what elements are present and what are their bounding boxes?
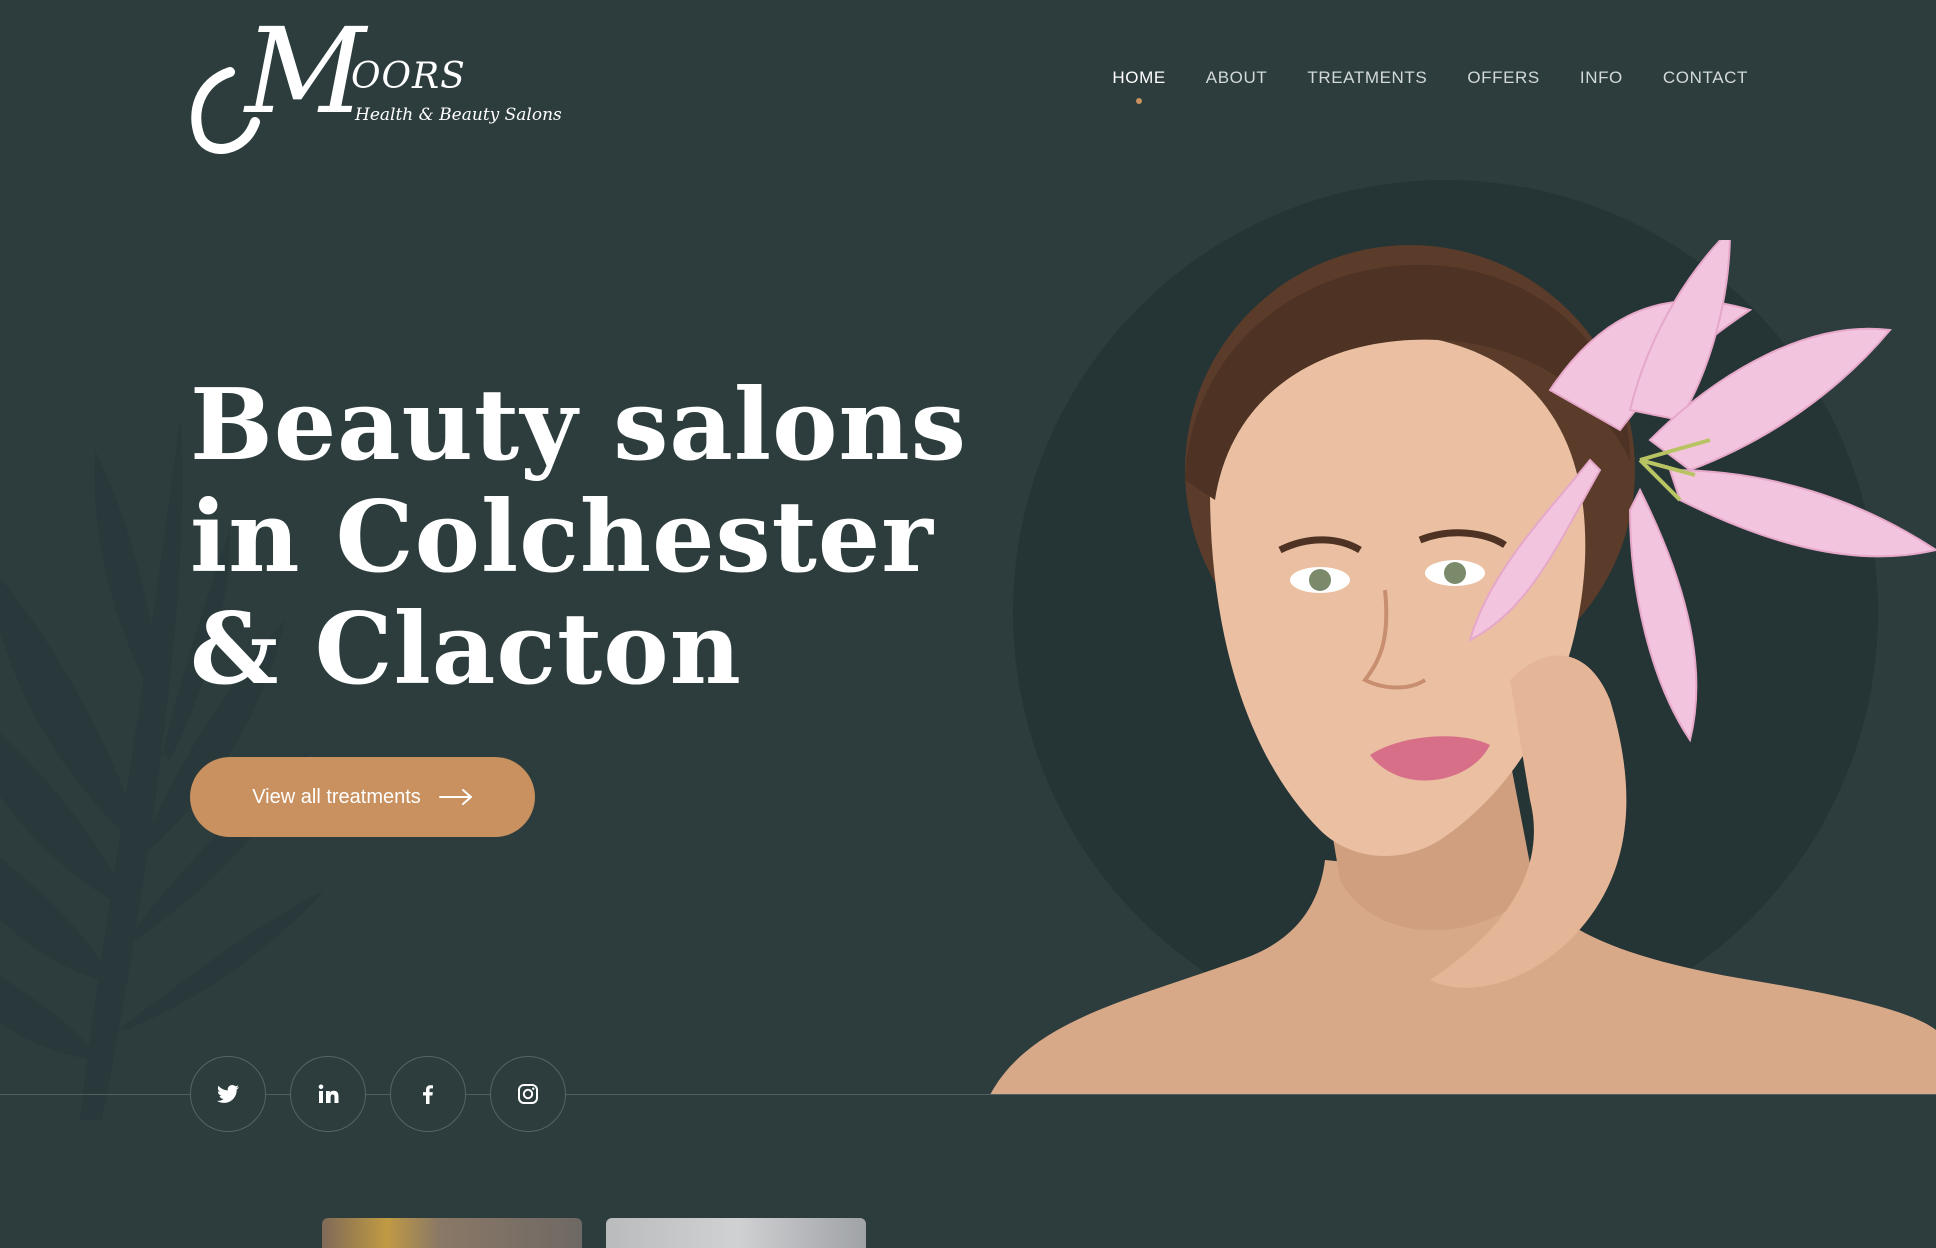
main-nav: HOME ABOUT TREATMENTS OFFERS INFO CONTAC… bbox=[1112, 68, 1748, 104]
view-all-treatments-button[interactable]: View all treatments bbox=[190, 757, 535, 837]
arrow-right-icon bbox=[438, 789, 472, 805]
active-indicator-dot bbox=[1136, 98, 1143, 104]
facebook-link[interactable] bbox=[390, 1056, 466, 1132]
instagram-link[interactable] bbox=[490, 1056, 566, 1132]
nav-item-label: HOME bbox=[1112, 68, 1166, 87]
nav-item-contact[interactable]: CONTACT bbox=[1663, 68, 1748, 88]
twitter-icon bbox=[217, 1085, 239, 1103]
nav-item-label: CONTACT bbox=[1662, 68, 1748, 87]
instagram-icon bbox=[518, 1084, 538, 1104]
logo-initial: M bbox=[245, 2, 366, 140]
linkedin-link[interactable] bbox=[290, 1056, 366, 1132]
nav-item-label: OFFERS bbox=[1467, 68, 1540, 87]
nav-item-label: ABOUT bbox=[1205, 68, 1268, 87]
nav-item-label: INFO bbox=[1579, 68, 1623, 87]
treatment-thumbnail[interactable] bbox=[322, 1218, 582, 1248]
nav-item-treatments[interactable]: TREATMENTS bbox=[1307, 68, 1427, 88]
nav-item-offers[interactable]: OFFERS bbox=[1467, 68, 1540, 88]
nav-item-about[interactable]: ABOUT bbox=[1206, 68, 1268, 88]
hero-title-line-1: Beauty salons bbox=[190, 368, 967, 483]
nav-item-home[interactable]: HOME bbox=[1112, 68, 1166, 104]
treatment-thumbnail[interactable] bbox=[606, 1218, 866, 1248]
facebook-icon bbox=[423, 1085, 433, 1104]
twitter-link[interactable] bbox=[190, 1056, 266, 1132]
nav-item-info[interactable]: INFO bbox=[1580, 68, 1623, 88]
hero-title-line-3: & Clacton bbox=[190, 592, 742, 707]
logo-wordmark: OORS bbox=[351, 56, 466, 97]
hero-title: Beauty salons in Colchester & Clacton bbox=[190, 370, 967, 706]
brand-logo[interactable]: M OORS Health & Beauty Salons bbox=[190, 12, 562, 154]
social-links bbox=[190, 1056, 566, 1132]
logo-tagline: Health & Beauty Salons bbox=[355, 105, 562, 125]
hero-portrait-image bbox=[990, 240, 1936, 1095]
nav-item-label: TREATMENTS bbox=[1307, 68, 1428, 87]
linkedin-icon bbox=[318, 1084, 339, 1103]
hero-title-line-2: in Colchester bbox=[190, 480, 934, 595]
cta-label: View all treatments bbox=[252, 785, 421, 808]
